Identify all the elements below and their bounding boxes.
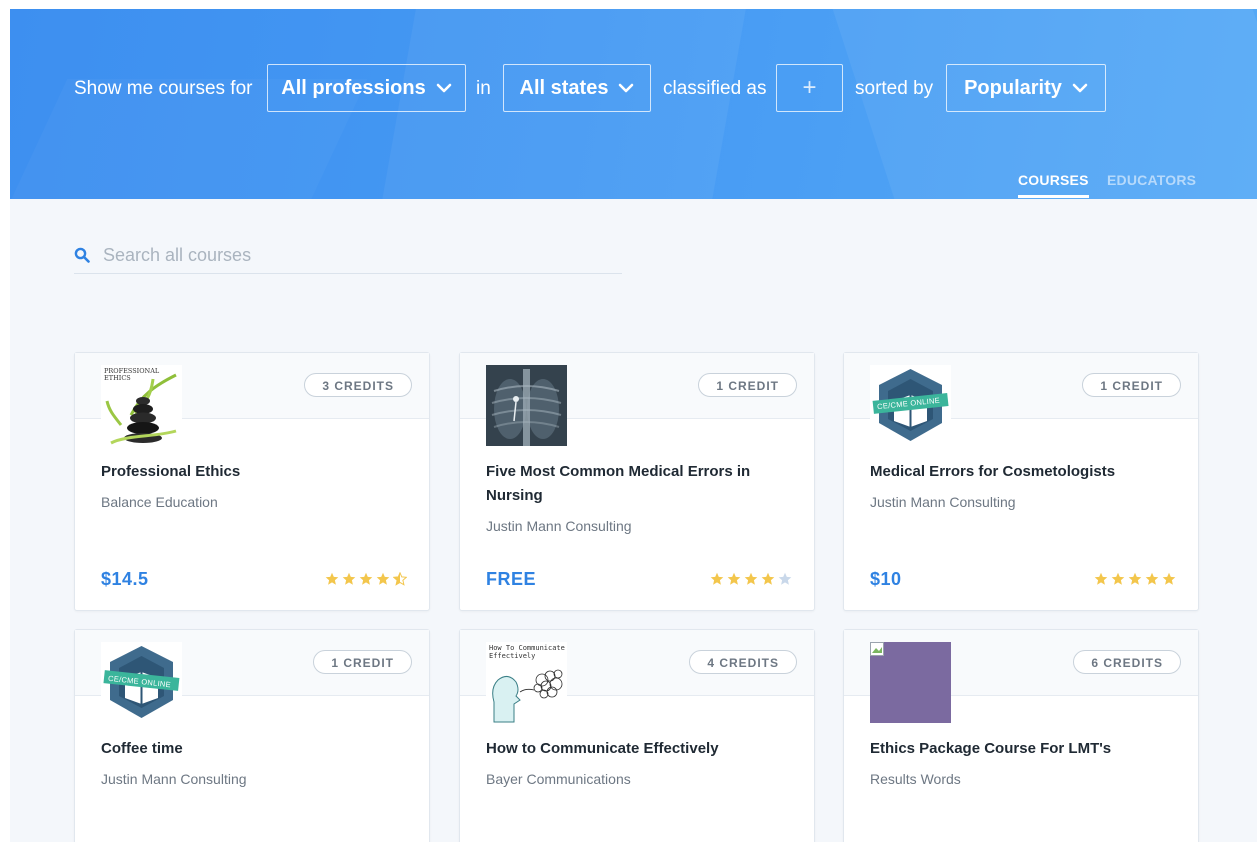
course-title[interactable]: Professional Ethics bbox=[101, 460, 401, 484]
chevron-down-icon bbox=[618, 83, 634, 93]
course-card[interactable]: 1 CREDIT Five Most Common Medical Errors… bbox=[459, 352, 815, 611]
filter-label-in: in bbox=[476, 78, 491, 99]
plus-icon: + bbox=[802, 74, 817, 101]
star-empty-icon bbox=[778, 572, 792, 586]
tab-educators[interactable]: EDUCATORS bbox=[1107, 172, 1196, 195]
search-bar bbox=[74, 237, 622, 274]
course-card[interactable]: How To Communicate Effectively 4 CREDITS… bbox=[459, 629, 815, 842]
star-filled-icon bbox=[1145, 572, 1159, 586]
credits-badge: 4 CREDITS bbox=[689, 650, 797, 674]
classification-add-button[interactable]: + bbox=[776, 64, 843, 112]
chevron-down-icon bbox=[1072, 83, 1088, 93]
credits-badge: 3 CREDITS bbox=[304, 373, 412, 397]
star-filled-icon bbox=[1094, 572, 1108, 586]
results-tabs: COURSES EDUCATORS bbox=[10, 172, 1257, 199]
star-filled-icon bbox=[710, 572, 724, 586]
star-filled-icon bbox=[761, 572, 775, 586]
course-educator[interactable]: Justin Mann Consulting bbox=[101, 771, 247, 787]
rating-stars bbox=[325, 571, 408, 586]
filter-sentence: Show me courses for All professions in A… bbox=[10, 64, 1257, 114]
course-educator[interactable]: Balance Education bbox=[101, 494, 218, 510]
star-filled-icon bbox=[727, 572, 741, 586]
course-card[interactable]: CE/CME ONLINE 1 CREDIT Coffee time Justi… bbox=[74, 629, 430, 842]
search-icon bbox=[74, 247, 90, 263]
course-card[interactable]: CE/CME ONLINE 1 CREDIT Medical Errors fo… bbox=[843, 352, 1199, 611]
course-title[interactable]: Five Most Common Medical Errors in Nursi… bbox=[486, 460, 786, 508]
course-price: $14.5 bbox=[101, 569, 149, 589]
course-card[interactable]: PROFESSIONAL ETHICS 3 CREDITS Profession… bbox=[74, 352, 430, 611]
course-title[interactable]: How to Communicate Effectively bbox=[486, 737, 786, 761]
course-educator[interactable]: Bayer Communications bbox=[486, 771, 631, 787]
credits-badge: 1 CREDIT bbox=[1082, 373, 1181, 397]
stone-stack-image: PROFESSIONAL ETHICS bbox=[101, 365, 182, 446]
sort-dropdown[interactable]: Popularity bbox=[946, 64, 1106, 112]
course-title[interactable]: Ethics Package Course For LMT's bbox=[870, 737, 1170, 761]
star-filled-icon bbox=[342, 572, 356, 586]
ce-cme-online-badge: CE/CME ONLINE bbox=[870, 365, 951, 446]
course-price: $10 bbox=[870, 569, 902, 589]
rating-stars bbox=[710, 572, 792, 586]
credits-badge: 6 CREDITS bbox=[1073, 650, 1181, 674]
course-educator[interactable]: Results Words bbox=[870, 771, 961, 787]
course-card[interactable]: 6 CREDITS Ethics Package Course For LMT'… bbox=[843, 629, 1199, 842]
chest-xray-image bbox=[486, 365, 567, 446]
thumb-caption: PROFESSIONAL ETHICS bbox=[104, 367, 160, 382]
credits-badge: 1 CREDIT bbox=[313, 650, 412, 674]
sort-dropdown-label: Popularity bbox=[964, 76, 1062, 99]
state-dropdown[interactable]: All states bbox=[503, 64, 651, 112]
filter-label-sorted-by: sorted by bbox=[855, 78, 934, 99]
star-filled-icon bbox=[376, 572, 390, 586]
credits-badge: 1 CREDIT bbox=[698, 373, 797, 397]
course-title[interactable]: Coffee time bbox=[101, 737, 401, 761]
profession-dropdown[interactable]: All professions bbox=[267, 64, 466, 112]
rating-stars bbox=[1094, 572, 1176, 586]
communicate-sketch-image: How To Communicate Effectively bbox=[486, 642, 567, 723]
profession-dropdown-label: All professions bbox=[281, 76, 426, 99]
tab-courses[interactable]: COURSES bbox=[1018, 172, 1089, 198]
broken-image-icon bbox=[870, 642, 884, 656]
broken-image-placeholder bbox=[870, 642, 951, 723]
chevron-down-icon bbox=[436, 83, 452, 93]
filter-hero: Show me courses for All professions in A… bbox=[10, 9, 1257, 199]
star-half-icon bbox=[392, 571, 408, 586]
page: Show me courses for All professions in A… bbox=[10, 9, 1257, 842]
star-filled-icon bbox=[325, 572, 339, 586]
star-filled-icon bbox=[1111, 572, 1125, 586]
course-title[interactable]: Medical Errors for Cosmetologists bbox=[870, 460, 1170, 484]
thumb-caption: How To Communicate Effectively bbox=[489, 644, 565, 660]
state-dropdown-label: All states bbox=[519, 76, 609, 99]
filter-label-show-me: Show me courses for bbox=[74, 78, 253, 99]
ce-cme-online-badge: CE/CME ONLINE bbox=[101, 642, 182, 723]
filter-label-classified-as: classified as bbox=[663, 78, 767, 99]
course-educator[interactable]: Justin Mann Consulting bbox=[486, 518, 632, 534]
star-filled-icon bbox=[1162, 572, 1176, 586]
star-filled-icon bbox=[744, 572, 758, 586]
star-filled-icon bbox=[1128, 572, 1142, 586]
course-price: FREE bbox=[486, 569, 537, 589]
star-filled-icon bbox=[359, 572, 373, 586]
course-educator[interactable]: Justin Mann Consulting bbox=[870, 494, 1016, 510]
search-input[interactable] bbox=[103, 244, 603, 266]
